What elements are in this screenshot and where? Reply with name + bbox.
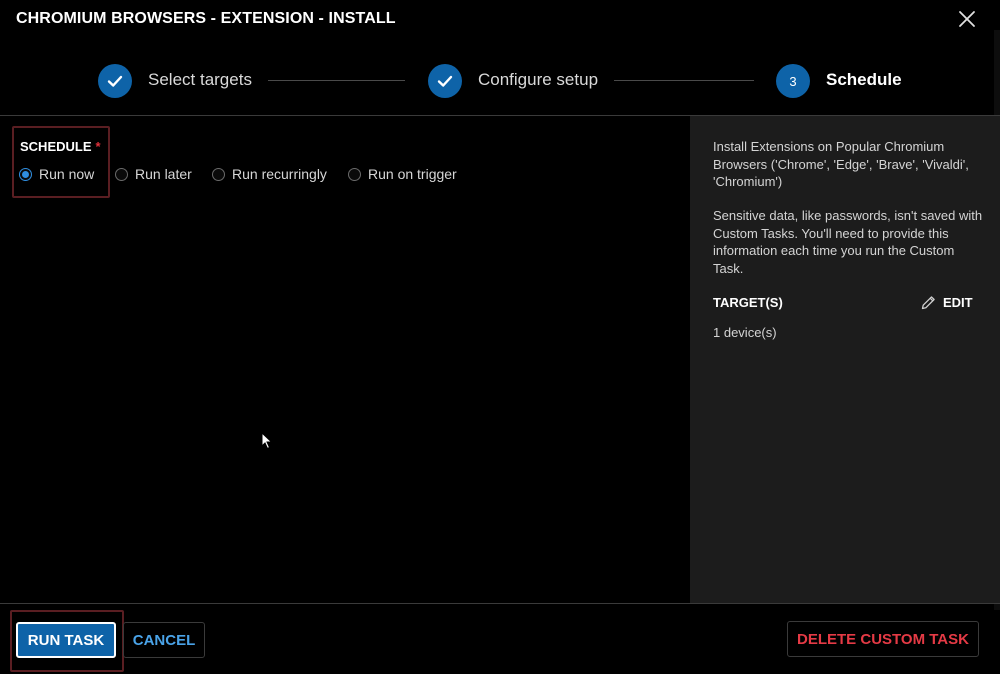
radio-button[interactable] — [348, 167, 361, 181]
close-icon — [959, 11, 975, 27]
radio-button-checked[interactable] — [19, 167, 32, 181]
step-connector — [614, 80, 754, 81]
radio-run-later[interactable]: Run later — [115, 164, 192, 184]
schedule-highlight — [12, 126, 110, 198]
info-panel: Install Extensions on Popular Chromium B… — [690, 116, 1000, 603]
radio-run-recurringly[interactable]: Run recurringly — [212, 164, 327, 184]
radio-run-on-trigger[interactable]: Run on trigger — [348, 164, 457, 184]
step-connector — [268, 80, 405, 81]
radio-label: Run later — [135, 166, 192, 182]
checkmark-icon — [107, 75, 123, 87]
run-task-button[interactable]: RUN TASK — [16, 622, 116, 658]
schedule-radio-group: Run now Run later Run recurringly Run on… — [19, 164, 479, 184]
cancel-button[interactable]: CANCEL — [123, 622, 205, 658]
targets-heading: TARGET(S) — [713, 295, 783, 310]
custom-task-dialog: CHROMIUM BROWSERS - EXTENSION - INSTALL … — [0, 0, 1000, 674]
step-3-label: Schedule — [826, 70, 902, 89]
radio-run-now[interactable]: Run now — [19, 164, 94, 184]
sensitive-data-note: Sensitive data, like passwords, isn't sa… — [713, 208, 983, 276]
wizard-stepper: Select targets Configure setup 3 Schedul… — [0, 58, 1000, 104]
checkmark-icon — [437, 75, 453, 87]
targets-value: 1 device(s) — [713, 325, 777, 340]
step-2-label: Configure setup — [478, 70, 599, 89]
close-button[interactable] — [956, 8, 978, 30]
title-bar: CHROMIUM BROWSERS - EXTENSION - INSTALL — [0, 0, 1000, 38]
dialog-footer: RUN TASK CANCEL DELETE CUSTOM TASK — [0, 604, 1000, 674]
schedule-section: SCHEDULE * Run now Run later Run recurrin… — [0, 116, 690, 603]
radio-button[interactable] — [212, 167, 225, 181]
radio-label: Run on trigger — [368, 166, 457, 182]
radio-button[interactable] — [115, 167, 128, 181]
schedule-label-text: SCHEDULE — [20, 139, 92, 154]
schedule-label: SCHEDULE * — [20, 139, 101, 154]
required-marker: * — [95, 139, 101, 154]
edit-label: EDIT — [943, 294, 973, 310]
step-3-number: 3 — [789, 73, 797, 89]
radio-label: Run recurringly — [232, 166, 327, 182]
step-3-circle: 3 — [776, 64, 810, 98]
edit-targets-button[interactable]: EDIT — [920, 293, 973, 311]
step-2-circle — [428, 64, 462, 98]
task-description: Install Extensions on Popular Chromium B… — [713, 139, 969, 189]
pencil-icon — [921, 295, 935, 309]
dialog-title: CHROMIUM BROWSERS - EXTENSION - INSTALL — [16, 10, 396, 27]
delete-custom-task-button[interactable]: DELETE CUSTOM TASK — [787, 621, 979, 657]
radio-label: Run now — [39, 166, 95, 182]
step-1-circle — [98, 64, 132, 98]
step-1-label: Select targets — [148, 70, 252, 89]
mouse-cursor-icon — [261, 432, 273, 450]
